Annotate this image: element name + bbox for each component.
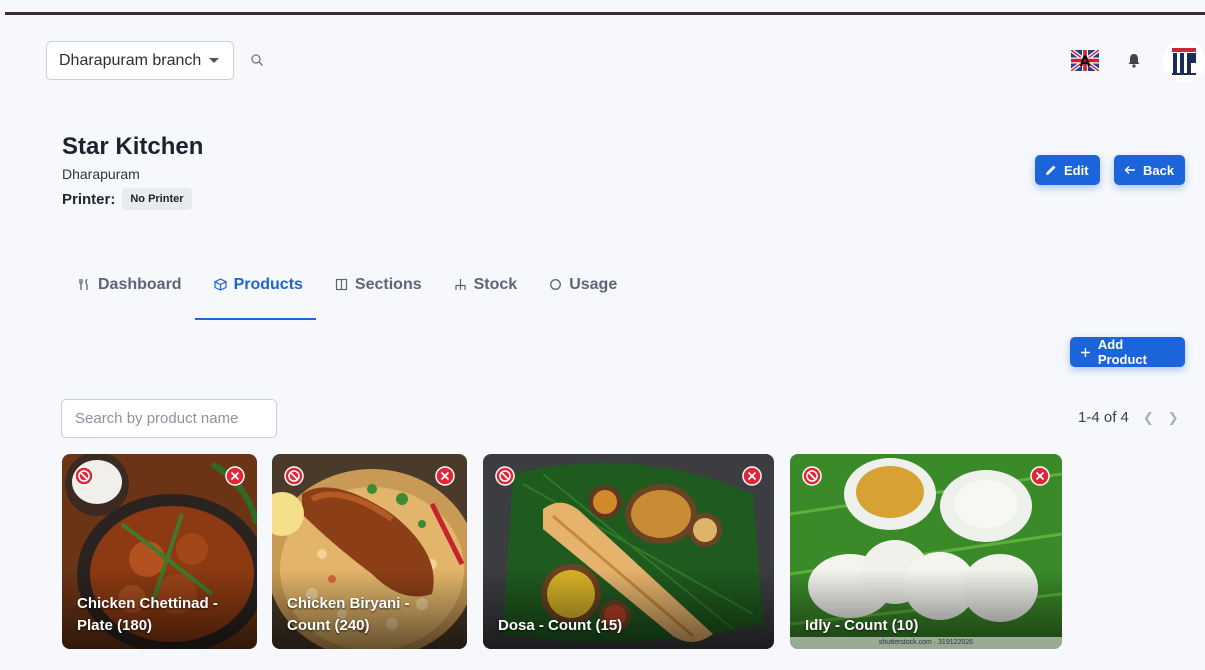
branch-select-value: Dharapuram branch bbox=[59, 51, 202, 69]
printer-label: Printer: bbox=[62, 190, 116, 208]
edit-button[interactable]: Edit bbox=[1035, 155, 1100, 185]
image-watermark: shutterstock.com · 319122026 bbox=[790, 637, 1062, 649]
edit-button-label: Edit bbox=[1064, 162, 1089, 178]
chevron-right-icon[interactable]: ❯ bbox=[1168, 410, 1179, 426]
back-button[interactable]: Back bbox=[1114, 155, 1185, 185]
chevron-down-icon bbox=[209, 58, 220, 63]
product-search-input[interactable] bbox=[61, 399, 277, 438]
add-product-label: Add Product bbox=[1097, 337, 1147, 367]
product-name: Idly - Count (10) bbox=[805, 617, 919, 634]
tab-usage-label: Usage bbox=[569, 275, 618, 293]
page-title: Star Kitchen bbox=[62, 133, 204, 160]
tab-sections[interactable]: Sections bbox=[319, 268, 438, 301]
tab-dashboard[interactable]: Dashboard bbox=[62, 268, 198, 301]
product-card[interactable]: Dosa - Count (15) bbox=[483, 454, 774, 649]
add-product-button[interactable]: Add Product bbox=[1070, 337, 1185, 367]
plus-icon bbox=[1080, 347, 1090, 357]
disable-icon[interactable] bbox=[802, 466, 822, 486]
printer-row: Printer: No Printer bbox=[62, 188, 192, 210]
top-rule bbox=[5, 12, 1205, 15]
uk-flag-icon[interactable]: A bbox=[1071, 50, 1099, 71]
product-card[interactable]: Chicken Biryani - Count (240) bbox=[272, 454, 467, 649]
columns-icon bbox=[335, 278, 348, 291]
branch-select[interactable]: Dharapuram branch bbox=[46, 41, 234, 80]
bell-icon[interactable] bbox=[1127, 53, 1141, 68]
disable-icon[interactable] bbox=[495, 466, 515, 486]
product-name: Chicken Biryani - Count (240) bbox=[287, 595, 410, 634]
tab-usage[interactable]: Usage bbox=[533, 268, 633, 301]
delete-icon[interactable] bbox=[1030, 466, 1050, 486]
back-button-label: Back bbox=[1143, 162, 1175, 178]
hierarchy-icon bbox=[455, 279, 466, 290]
active-tab-indicator bbox=[195, 318, 316, 320]
chevron-left-icon[interactable]: ❮ bbox=[1143, 410, 1154, 426]
product-card[interactable]: Idly - Count (10) shutterstock.com · 319… bbox=[790, 454, 1062, 649]
avatar-logo-icon bbox=[1172, 48, 1196, 75]
disable-icon[interactable] bbox=[284, 466, 304, 486]
pagination-range: 1-4 of 4 bbox=[1078, 409, 1129, 426]
pencil-icon bbox=[1046, 165, 1056, 175]
product-card[interactable]: Chicken Chettinad - Plate (180) bbox=[62, 454, 257, 649]
tab-dashboard-label: Dashboard bbox=[98, 275, 182, 293]
utensils-icon bbox=[79, 278, 88, 290]
tab-products-label: Products bbox=[233, 275, 303, 293]
tab-stock[interactable]: Stock bbox=[438, 268, 534, 301]
arrow-left-icon bbox=[1124, 166, 1135, 174]
tab-products[interactable]: Products bbox=[198, 268, 319, 301]
avatar[interactable] bbox=[1163, 40, 1205, 82]
printer-badge: No Printer bbox=[122, 188, 192, 210]
delete-icon[interactable] bbox=[742, 466, 762, 486]
delete-icon[interactable] bbox=[225, 466, 245, 486]
svg-text:A: A bbox=[1080, 54, 1091, 70]
cube-icon bbox=[213, 278, 227, 291]
circle-icon bbox=[550, 279, 562, 290]
product-name: Chicken Chettinad - Plate (180) bbox=[77, 595, 218, 634]
tab-sections-label: Sections bbox=[354, 275, 422, 293]
pagination: 1-4 of 4 ❮ ❯ bbox=[1078, 409, 1179, 426]
card-shade bbox=[483, 569, 774, 649]
tab-stock-label: Stock bbox=[473, 275, 518, 293]
kitchen-location: Dharapuram bbox=[62, 166, 140, 182]
search-icon[interactable] bbox=[250, 53, 264, 67]
tab-bar: Dashboard Products Sections Stock Usage bbox=[62, 268, 633, 320]
product-name: Dosa - Count (15) bbox=[498, 617, 623, 634]
disable-icon[interactable] bbox=[74, 466, 94, 486]
delete-icon[interactable] bbox=[435, 466, 455, 486]
